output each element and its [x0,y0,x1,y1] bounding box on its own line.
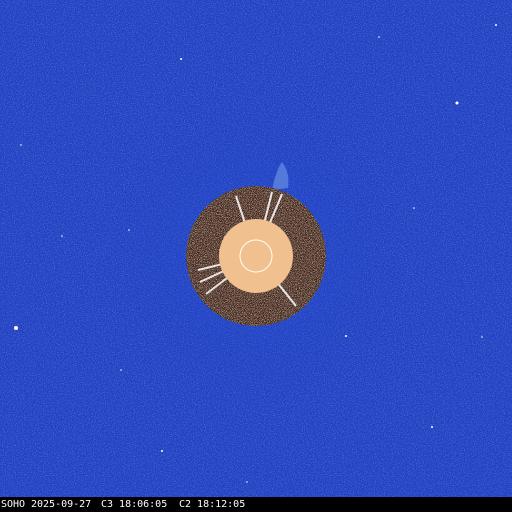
caption-bar: SOHO 2025-09-27 C3 18:06:05 C2 18:12:05 [0,497,512,512]
observatory-label: SOHO [1,499,26,510]
c2-time-label: C2 18:12:05 [179,499,246,510]
date-label: 2025-09-27 [31,499,92,510]
coronagraph-image [0,0,512,497]
occulter-disk [219,219,293,293]
c3-time-label: C3 18:06:05 [101,499,168,510]
